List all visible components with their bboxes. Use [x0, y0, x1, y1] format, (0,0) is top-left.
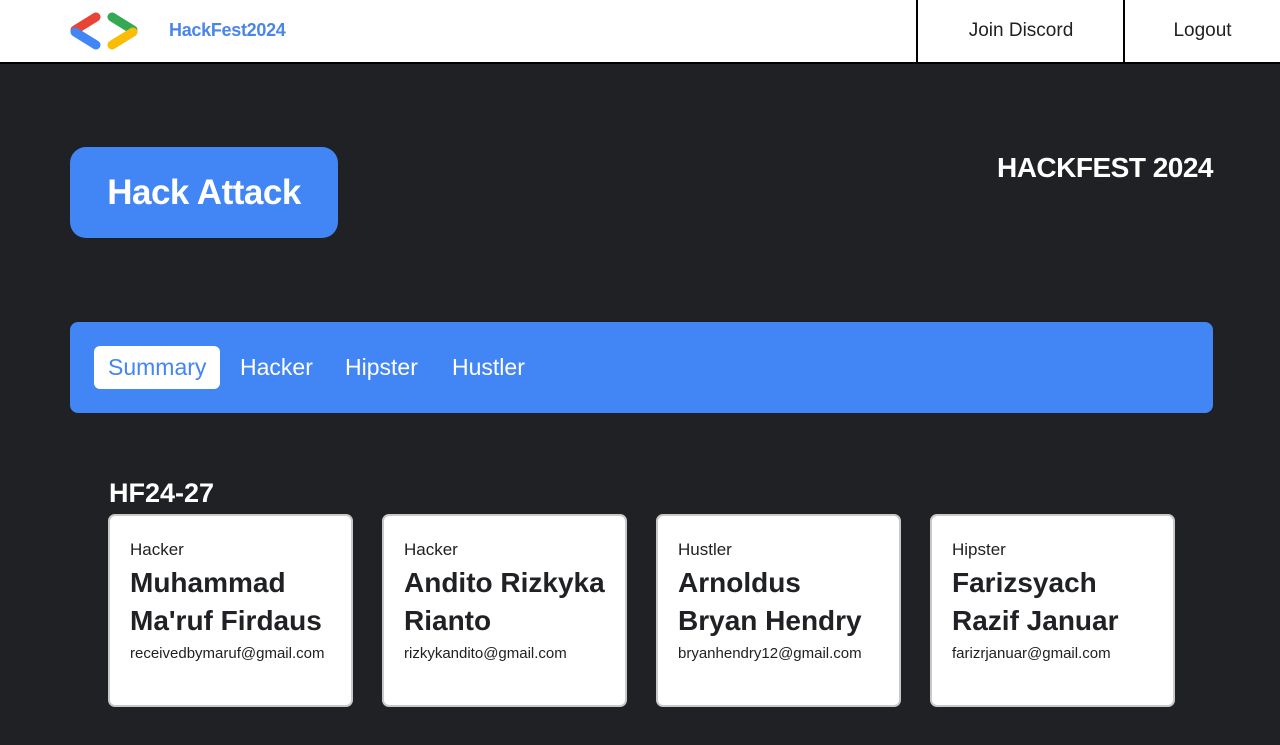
tab-hacker[interactable]: Hacker	[226, 346, 327, 389]
top-navbar: HackFest2024 Join Discord Logout	[0, 0, 1280, 64]
member-email: rizkykandito@gmail.com	[404, 645, 567, 662]
code-brackets-icon[interactable]	[68, 12, 140, 50]
member-email: bryanhendry12@gmail.com	[678, 645, 862, 662]
member-name: Andito Rizkyka Rianto	[404, 567, 605, 636]
member-email: farizrjanuar@gmail.com	[952, 645, 1111, 662]
member-card: Hustler Arnoldus Bryan Hendry bryanhendr…	[656, 514, 901, 707]
event-title: HACKFEST 2024	[996, 152, 1214, 183]
member-role: Hacker	[404, 540, 458, 559]
member-name: Muhammad Ma'ruf Firdaus	[130, 567, 322, 636]
track-badge: Hack Attack	[70, 147, 338, 238]
member-role: Hustler	[678, 540, 732, 559]
member-role: Hacker	[130, 540, 184, 559]
member-card: Hacker Andito Rizkyka Rianto rizkykandit…	[382, 514, 627, 707]
logout-button[interactable]: Logout	[1123, 0, 1280, 62]
member-role: Hipster	[952, 540, 1006, 559]
brand-name[interactable]: HackFest2024	[169, 20, 286, 41]
tab-bar: Summary Hacker Hipster Hustler	[70, 322, 1213, 413]
member-name: Arnoldus Bryan Hendry	[678, 567, 862, 636]
member-name: Farizsyach Razif Januar	[952, 567, 1119, 636]
tab-hustler[interactable]: Hustler	[438, 346, 539, 389]
team-id: HF24-27	[109, 478, 215, 508]
join-discord-button[interactable]: Join Discord	[916, 0, 1124, 62]
tab-summary[interactable]: Summary	[94, 346, 221, 389]
member-card: Hipster Farizsyach Razif Januar farizrja…	[930, 514, 1175, 707]
member-email: receivedbymaruf@gmail.com	[130, 645, 325, 662]
tab-hipster[interactable]: Hipster	[331, 346, 432, 389]
member-card: Hacker Muhammad Ma'ruf Firdaus receivedb…	[108, 514, 353, 707]
